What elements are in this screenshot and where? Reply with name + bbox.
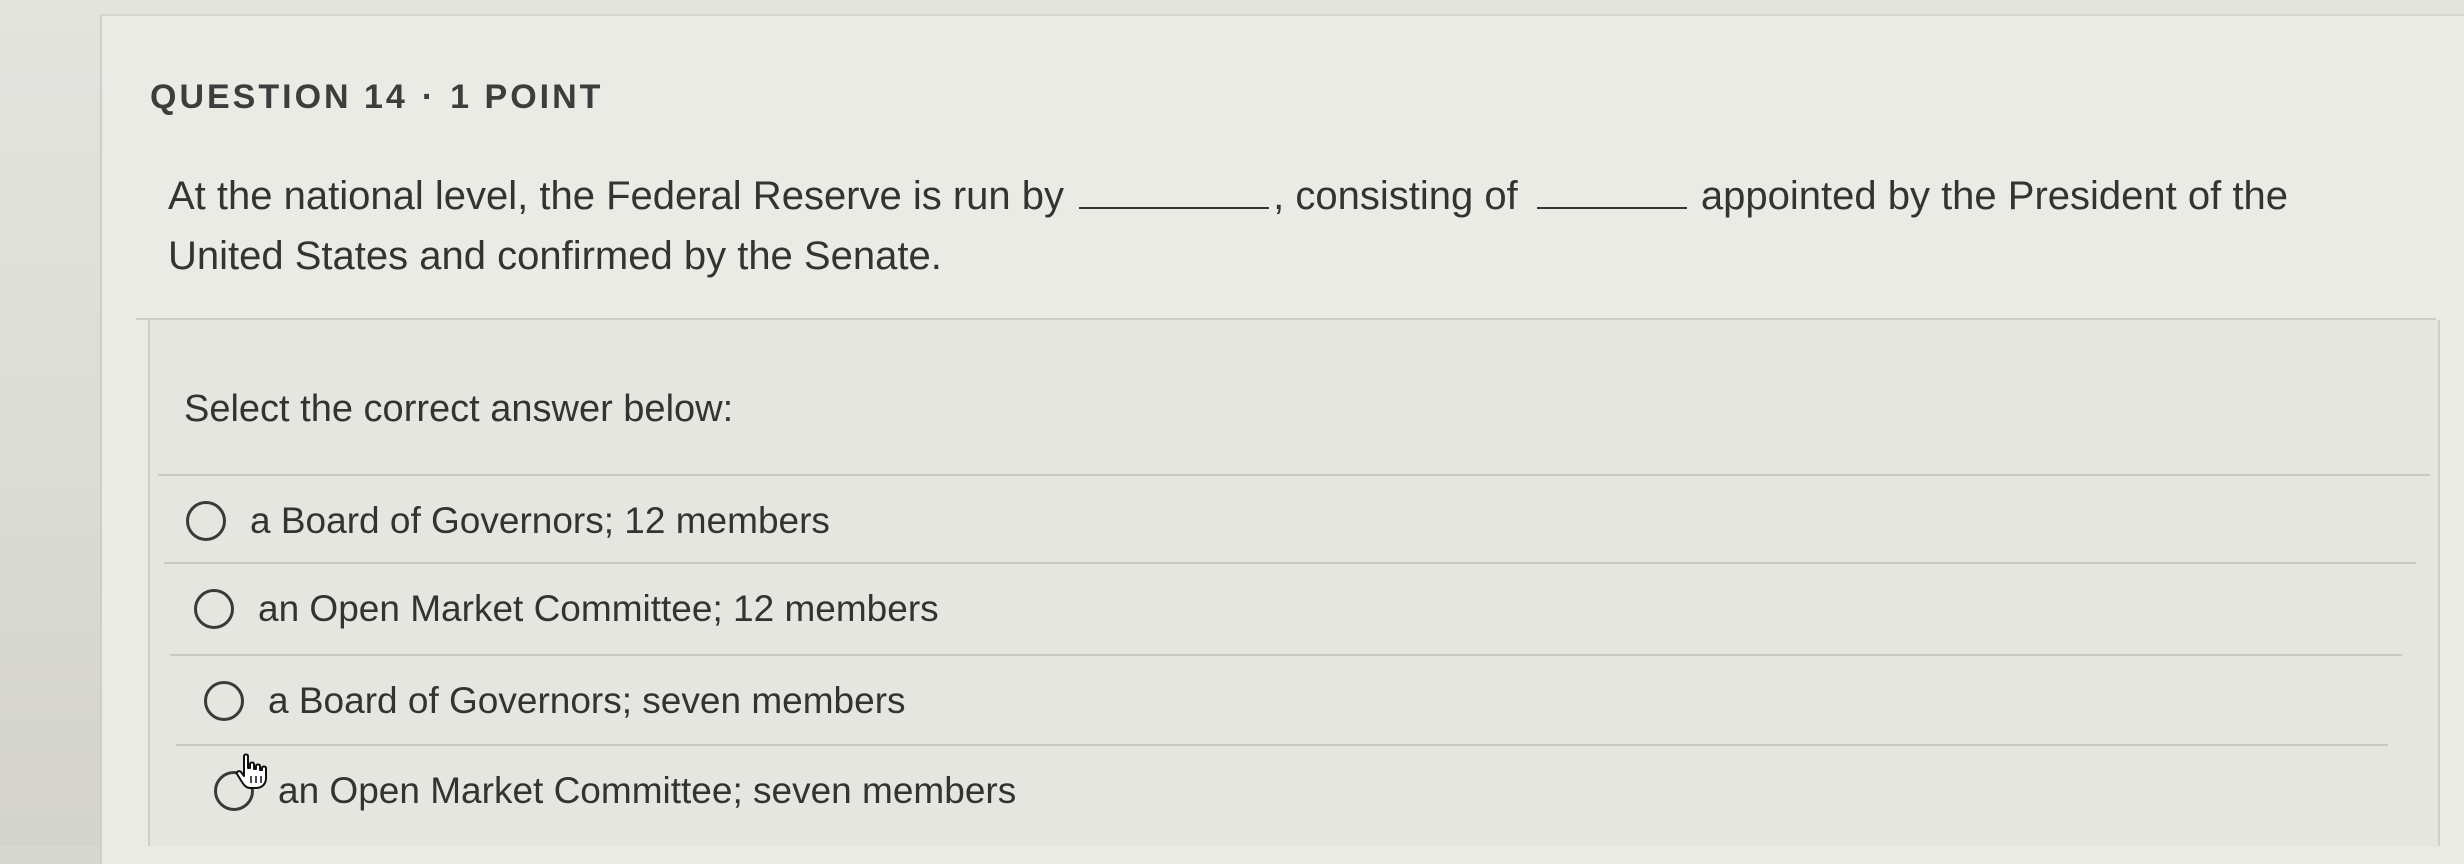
answer-option-label: a Board of Governors; 12 members: [250, 500, 830, 541]
radio-button[interactable]: [186, 501, 226, 541]
answer-option[interactable]: an Open Market Committee; 12 members: [164, 562, 2416, 654]
answer-option[interactable]: a Board of Governors; seven members: [170, 654, 2402, 746]
answer-option-label: an Open Market Committee; seven members: [278, 770, 1017, 811]
answer-option-label: a Board of Governors; seven members: [268, 680, 906, 721]
prompt-text-1: At the national level, the Federal Reser…: [168, 174, 1065, 218]
header-separator: ·: [421, 78, 437, 116]
radio-button[interactable]: [194, 589, 234, 629]
blank-1: [1079, 171, 1270, 209]
answer-instruction: Select the correct answer below:: [184, 388, 734, 430]
question-header: QUESTION 14 · 1 POINT: [150, 78, 603, 117]
question-prompt: At the national level, the Federal Reser…: [168, 166, 2368, 286]
question-points: 1 POINT: [450, 78, 604, 116]
question-number: QUESTION 14: [150, 78, 408, 116]
blank-2: [1536, 171, 1687, 209]
answer-option[interactable]: a Board of Governors; 12 members: [158, 474, 2430, 566]
radio-button[interactable]: [204, 681, 244, 721]
hand-pointer-icon: [235, 753, 267, 789]
answer-option[interactable]: an Open Market Committee; seven members: [176, 744, 2388, 836]
answer-option-label: an Open Market Committee; 12 members: [258, 588, 939, 629]
prompt-text-2: , consisting of: [1273, 174, 1518, 218]
